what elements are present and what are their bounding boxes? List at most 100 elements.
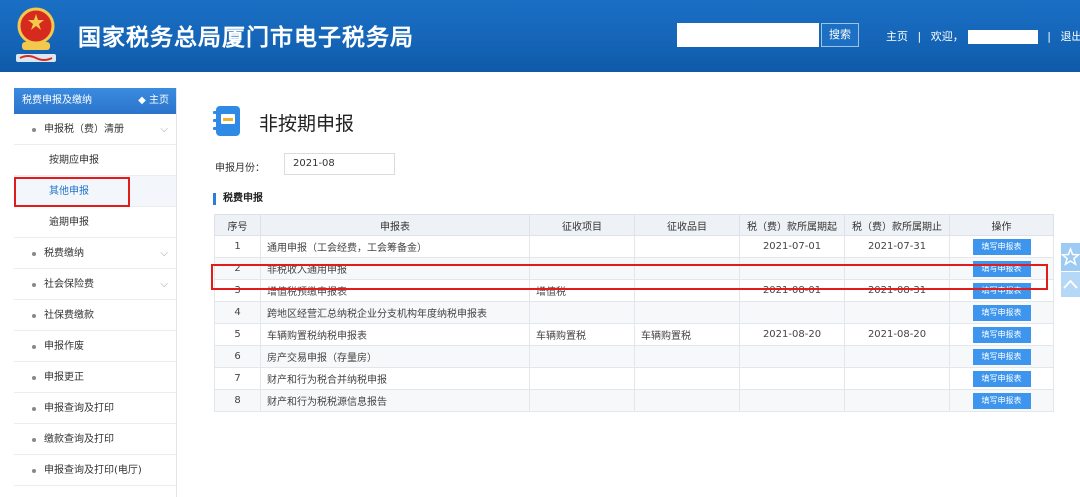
sidebar-item-query-print[interactable]: 申报查询及打印 [14, 393, 176, 424]
highlight-box-sidebar [14, 177, 130, 207]
sidebar-item-tax-payment[interactable]: 税费缴纳 ⌵ [14, 238, 176, 269]
sidebar-item-void[interactable]: 申报作废 [14, 331, 176, 362]
cell-form: 车辆购置税纳税申报表 [260, 323, 530, 346]
section-title: 税费申报 [213, 193, 263, 205]
back-to-top-button[interactable] [1061, 272, 1080, 297]
cell-action: 填写申报表 [949, 323, 1054, 346]
username-redacted [967, 30, 1038, 44]
cell-end [844, 345, 950, 368]
cell-no: 1 [214, 235, 261, 258]
sidebar-subitem-periodic[interactable]: 按期应申报 [14, 145, 176, 176]
nav-welcome-text: 欢迎， [930, 30, 964, 43]
tax-emblem-logo [16, 7, 56, 62]
column-header: 操作 [949, 214, 1054, 236]
sidebar-subitem-overdue[interactable]: 逾期申报 [14, 207, 176, 238]
top-header: 国家税务总局厦门市电子税务局 搜索 主页 | 欢迎， | 退出 [0, 0, 1080, 72]
cell-subitem [634, 301, 740, 324]
fill-form-button[interactable]: 填写申报表 [972, 392, 1031, 409]
cell-end [844, 367, 950, 390]
search-button[interactable]: 搜索 [821, 23, 859, 47]
main-content: 非按期申报 申报月份： 2021-08 税费申报 序号 申报表 征收项目 征收品… [196, 88, 1066, 497]
sidebar-item-payment-query[interactable]: 缴款查询及打印 [14, 424, 176, 455]
site-title: 国家税务总局厦门市电子税务局 [78, 25, 414, 51]
sidebar-item-label: 申报更正 [44, 372, 84, 383]
cell-form: 财产和行为税合并纳税申报 [260, 367, 530, 390]
cell-subitem: 车辆购置税 [634, 323, 740, 346]
cell-no: 7 [214, 367, 261, 390]
cell-start [739, 389, 845, 412]
cell-start [739, 345, 845, 368]
cell-end: 2021-07-31 [844, 235, 950, 258]
sidebar-item-label: 税费缴纳 [44, 248, 84, 259]
sidebar-item-label: 缴款查询及打印 [44, 434, 114, 445]
cell-item [529, 301, 635, 324]
cell-subitem [634, 367, 740, 390]
sidebar-item-label: 申报查询及打印(电厅) [44, 465, 142, 476]
cell-form: 财产和行为税税源信息报告 [260, 389, 530, 412]
cell-item [529, 235, 635, 258]
chevron-up-icon [1063, 279, 1078, 289]
nav-separator: | [1047, 30, 1051, 43]
cell-start [739, 301, 845, 324]
table-header-row: 序号 申报表 征收项目 征收品目 税（费）款所属期起 税（费）款所属期止 操作 [214, 214, 1054, 236]
cell-start: 2021-08-20 [739, 323, 845, 346]
cell-subitem [634, 389, 740, 412]
page-title: 非按期申报 [259, 113, 355, 135]
top-nav: 主页 | 欢迎， | 退出 [886, 28, 1080, 44]
sidebar-item-correction[interactable]: 申报更正 [14, 362, 176, 393]
sidebar-item-tax-list[interactable]: 申报税（费）清册 ⌵ [14, 114, 176, 145]
cell-item [529, 345, 635, 368]
fill-form-button[interactable]: 填写申报表 [972, 370, 1031, 387]
bullet-icon [32, 376, 36, 380]
cell-action: 填写申报表 [949, 345, 1054, 368]
sidebar-item-social-payment[interactable]: 社保费缴款 [14, 300, 176, 331]
cell-end [844, 301, 950, 324]
cell-no: 8 [214, 389, 261, 412]
chevron-down-icon: ⌵ [160, 124, 168, 135]
favorite-button[interactable] [1060, 243, 1080, 271]
fill-form-button[interactable]: 填写申报表 [972, 238, 1031, 255]
cell-end [844, 389, 950, 412]
cell-form: 通用申报（工会经费，工会筹备金） [260, 235, 530, 258]
cell-no: 4 [214, 301, 261, 324]
nav-logout-link[interactable]: 退出 [1060, 28, 1080, 44]
fill-form-button[interactable]: 填写申报表 [972, 304, 1031, 321]
fill-form-button[interactable]: 填写申报表 [972, 348, 1031, 365]
sidebar-item-social-insurance[interactable]: 社会保险费 ⌵ [14, 269, 176, 300]
cell-no: 5 [214, 323, 261, 346]
sidebar-home-label: 主页 [149, 95, 169, 106]
sidebar-header: 税费申报及缴纳 ◆ 主页 [14, 88, 176, 114]
sidebar-item-label: 社会保险费 [44, 279, 94, 290]
bullet-icon [32, 438, 36, 442]
month-field[interactable]: 2021-08 [284, 153, 395, 175]
table-row: 8 财产和行为税税源信息报告 填写申报表 [214, 389, 1054, 412]
sidebar-item-label: 申报税（费）清册 [44, 124, 124, 135]
fill-form-button[interactable]: 填写申报表 [972, 326, 1031, 343]
chevron-down-icon: ⌵ [160, 248, 168, 259]
column-header: 征收项目 [529, 214, 635, 236]
nav-home-link[interactable]: 主页 [886, 28, 908, 44]
sidebar-item-label: 社保费缴款 [44, 310, 94, 321]
back-arrow-icon: ◆ [138, 95, 149, 106]
sidebar-home-link[interactable]: ◆ 主页 [138, 88, 169, 114]
table-row: 1 通用申报（工会经费，工会筹备金） 2021-07-01 2021-07-31… [214, 235, 1054, 258]
cell-end: 2021-08-20 [844, 323, 950, 346]
bullet-icon [32, 469, 36, 473]
bullet-icon [32, 407, 36, 411]
cell-form: 房产交易申报（存量房） [260, 345, 530, 368]
sidebar-item-query-print-hall[interactable]: 申报查询及打印(电厅) [14, 455, 176, 486]
cell-form: 跨地区经营汇总纳税企业分支机构年度纳税申报表 [260, 301, 530, 324]
cell-item: 车辆购置税 [529, 323, 635, 346]
cell-subitem [634, 235, 740, 258]
cell-action: 填写申报表 [949, 301, 1054, 324]
sidebar-item-label: 申报查询及打印 [44, 403, 114, 414]
table-row: 6 房产交易申报（存量房） 填写申报表 [214, 345, 1054, 368]
search-input[interactable] [677, 23, 819, 47]
chevron-down-icon: ⌵ [160, 279, 168, 290]
table-row: 7 财产和行为税合并纳税申报 填写申报表 [214, 367, 1054, 390]
document-icon [213, 106, 240, 136]
column-header: 税（费）款所属期止 [844, 214, 950, 236]
column-header: 申报表 [260, 214, 530, 236]
month-label: 申报月份： [215, 163, 265, 174]
star-icon [1060, 246, 1080, 266]
